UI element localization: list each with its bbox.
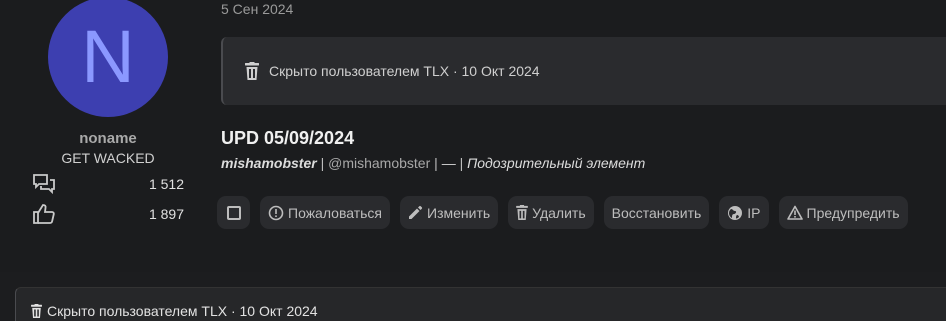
restore-button[interactable]: Восстановить — [603, 196, 710, 229]
next-post-hidden-notice[interactable]: Скрыто пользователем TLX · 10 Окт 2024 — [15, 287, 946, 321]
trash-icon — [31, 304, 42, 318]
likes-stat: 1 897 — [32, 203, 184, 225]
post-title: UPD 05/09/2024 — [221, 128, 355, 148]
post-status: Подозрительный элемент — [467, 155, 646, 171]
messages-stat: 1 512 — [32, 173, 184, 195]
separator: | — [320, 155, 325, 171]
globe-icon — [728, 205, 743, 220]
warn-label: Предупредить — [806, 204, 900, 221]
user-title: GET WACKED — [61, 150, 155, 166]
separator: | — [459, 155, 464, 171]
alert-circle-icon — [268, 205, 284, 220]
warning-triangle-icon — [786, 205, 803, 220]
edit-label: Изменить — [427, 204, 491, 221]
avatar[interactable]: N — [48, 0, 168, 117]
ip-button[interactable]: IP — [719, 196, 769, 229]
report-label: Пожаловаться — [288, 204, 383, 221]
separator: | — [434, 155, 438, 171]
post-dash: — — [441, 155, 456, 171]
restore-label: Восстановить — [611, 204, 702, 221]
checkbox-box — [226, 205, 241, 220]
username[interactable]: noname — [0, 130, 216, 147]
post-date[interactable]: 5 Сен 2024 — [221, 1, 293, 17]
hidden-notice[interactable]: Скрыто пользователем TLX · 10 Окт 2024 — [221, 37, 946, 105]
next-post-hidden-text: Скрыто пользователем TLX · 10 Окт 2024 — [47, 303, 318, 319]
likes-icon — [32, 203, 56, 225]
select-checkbox[interactable] — [217, 196, 250, 229]
hidden-notice-text: Скрыто пользователем TLX · 10 Окт 2024 — [269, 63, 540, 79]
ip-label: IP — [747, 204, 761, 221]
report-button[interactable]: Пожаловаться — [260, 196, 391, 229]
trash-icon — [245, 62, 259, 80]
post-actions: Пожаловаться Изменить Удалить Восстанови… — [217, 196, 908, 229]
post-handle[interactable]: @mishamobster — [328, 155, 430, 171]
avatar-letter: N — [81, 15, 135, 98]
trash-icon — [516, 205, 529, 220]
messages-count: 1 512 — [148, 176, 184, 192]
messages-icon — [32, 173, 56, 195]
likes-count: 1 897 — [148, 206, 184, 222]
delete-button[interactable]: Удалить — [508, 196, 594, 229]
pencil-icon — [409, 205, 423, 219]
edit-button[interactable]: Изменить — [400, 196, 499, 229]
post-meta: mishamobster | @mishamobster | — | Подоз… — [221, 155, 645, 171]
delete-label: Удалить — [532, 204, 586, 221]
post-author[interactable]: mishamobster — [221, 155, 317, 171]
warn-button[interactable]: Предупредить — [778, 196, 908, 229]
